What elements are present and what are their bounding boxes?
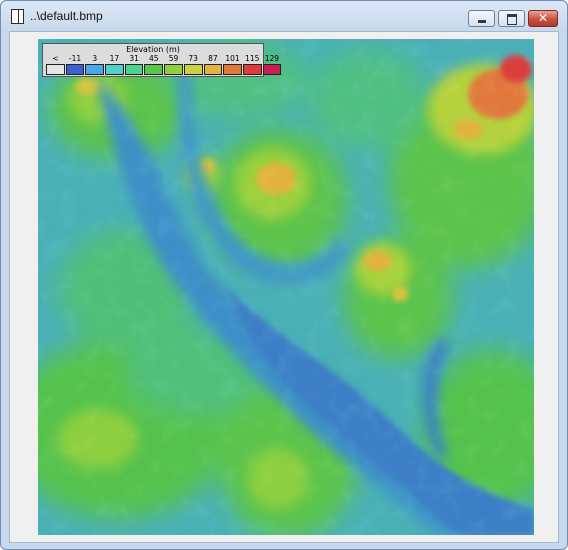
elevation-map-image: [38, 39, 534, 535]
legend-swatch: [144, 64, 164, 75]
window-title: ..\default.bmp: [30, 9, 103, 23]
minimize-icon: [478, 20, 486, 23]
legend-swatch: [85, 64, 105, 75]
legend-label: 45: [149, 54, 159, 63]
elevation-legend: Elevation (m) < -11 3 17 31 45 59 73 87 …: [42, 43, 282, 77]
legend-swatch: [124, 64, 144, 75]
legend-swatch: [46, 64, 65, 75]
legend-label: 17: [109, 54, 120, 63]
legend-label: 101: [225, 54, 240, 63]
legend-labels: < -11 3 17 31 45 59 73 87 101 115 129: [46, 54, 281, 63]
legend-label: -11: [68, 54, 82, 63]
legend-label: 73: [188, 54, 198, 63]
legend-label: 31: [129, 54, 139, 63]
legend-swatch: [183, 64, 203, 75]
legend-title: Elevation (m): [126, 45, 180, 54]
legend-swatch: [223, 64, 242, 75]
legend-swatch: [105, 64, 124, 75]
legend-swatch: [164, 64, 183, 75]
legend-swatch: [203, 64, 223, 75]
legend-swatches: [46, 64, 282, 75]
legend-swatch: [65, 64, 85, 75]
maximize-icon: [507, 14, 517, 25]
legend-label: 115: [245, 54, 260, 63]
app-window: ..\default.bmp ✕ Elevation (m) < -11 3 1…: [0, 0, 568, 550]
legend-swatch: [242, 64, 262, 75]
legend-label: 129: [264, 54, 280, 63]
close-icon: ✕: [537, 11, 549, 25]
legend-swatch: [262, 64, 282, 75]
legend-label: 59: [168, 54, 179, 63]
title-bar[interactable]: ..\default.bmp ✕: [1, 1, 567, 31]
elevation-map[interactable]: Elevation (m) < -11 3 17 31 45 59 73 87 …: [38, 39, 534, 535]
minimize-button[interactable]: [468, 10, 495, 27]
document-icon: [11, 9, 24, 24]
legend-label: 87: [208, 54, 218, 63]
maximize-button[interactable]: [498, 10, 525, 27]
close-button[interactable]: ✕: [528, 10, 558, 27]
legend-label: <: [52, 54, 59, 63]
client-area: Elevation (m) < -11 3 17 31 45 59 73 87 …: [9, 31, 559, 543]
legend-label: 3: [92, 54, 98, 63]
